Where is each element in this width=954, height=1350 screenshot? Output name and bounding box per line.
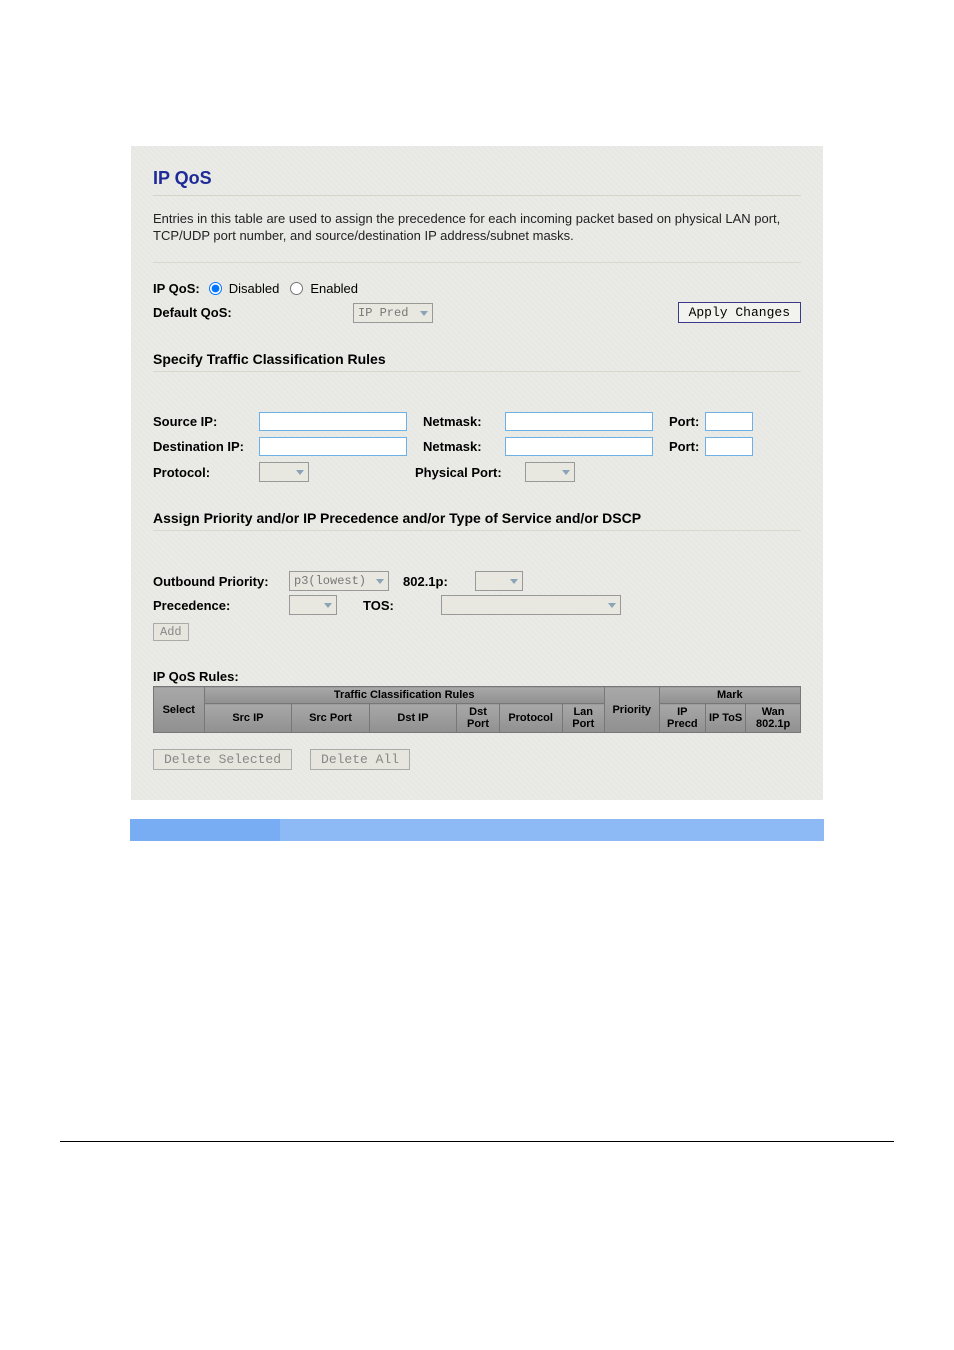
col-srcport: Src Port (292, 704, 369, 733)
col-iptos: IP ToS (706, 704, 746, 733)
qos-enabled-radio[interactable] (290, 282, 303, 295)
source-ip-label: Source IP: (153, 414, 259, 429)
default-qos-select[interactable]: IP Pred (353, 303, 433, 323)
divider (153, 371, 801, 372)
source-port-input[interactable] (705, 412, 753, 431)
qos-panel: IP QoS Entries in this table are used to… (130, 145, 824, 801)
col-dstip: Dst IP (369, 704, 457, 733)
delete-all-button[interactable]: Delete All (310, 749, 410, 770)
page-description: Entries in this table are used to assign… (153, 210, 801, 244)
rules-table: Select Traffic Classification Rules Prio… (153, 686, 801, 733)
default-qos-row: Default QoS: IP Pred Apply Changes (153, 302, 801, 323)
qos-disabled-radio[interactable] (209, 282, 222, 295)
tos-label: TOS: (357, 598, 433, 613)
netmask-label: Netmask: (409, 414, 505, 429)
col-srcip: Src IP (204, 704, 292, 733)
col-ipprecd: IP Precd (659, 704, 705, 733)
col-protocol: Protocol (499, 704, 562, 733)
classification-section-title: Specify Traffic Classification Rules (153, 351, 801, 367)
rules-title: IP QoS Rules: (153, 669, 801, 684)
8021p-label: 802.1p: (397, 574, 467, 589)
col-dstport: Dst Port (457, 704, 499, 733)
qos-enable-row: IP QoS: Disabled Enabled (153, 281, 801, 296)
col-lanport: Lan Port (562, 704, 604, 733)
divider (153, 262, 801, 263)
port-label-2: Port: (655, 439, 705, 454)
col-group-mark: Mark (659, 687, 800, 704)
dest-netmask-input[interactable] (505, 437, 653, 456)
source-netmask-input[interactable] (505, 412, 653, 431)
tos-select[interactable] (441, 595, 621, 615)
delete-row: Delete Selected Delete All (153, 749, 801, 770)
page-footer-line (60, 1141, 894, 1143)
physical-port-select[interactable] (525, 462, 575, 482)
outbound-priority-select[interactable]: p3(lowest) (289, 571, 389, 591)
apply-changes-button[interactable]: Apply Changes (678, 302, 801, 323)
col-wan8021p: Wan 802.1p (746, 704, 801, 733)
dest-ip-label: Destination IP: (153, 439, 259, 454)
col-group-classification: Traffic Classification Rules (204, 687, 604, 704)
delete-selected-button[interactable]: Delete Selected (153, 749, 292, 770)
footer-bar (130, 819, 824, 841)
precedence-row: Precedence: TOS: (153, 595, 801, 615)
precedence-label: Precedence: (153, 598, 281, 613)
protocol-label: Protocol: (153, 465, 259, 480)
outbound-row: Outbound Priority: p3(lowest) 802.1p: (153, 571, 801, 591)
source-ip-input[interactable] (259, 412, 407, 431)
qos-enabled-label: Enabled (310, 281, 358, 296)
port-label: Port: (655, 414, 705, 429)
col-priority: Priority (604, 687, 659, 733)
footer-segment (130, 819, 280, 841)
physical-port-label: Physical Port: (415, 465, 525, 480)
netmask-label-2: Netmask: (409, 439, 505, 454)
divider (153, 530, 801, 531)
precedence-select[interactable] (289, 595, 337, 615)
assign-section-title: Assign Priority and/or IP Precedence and… (153, 510, 801, 526)
col-select: Select (154, 687, 205, 733)
protocol-select[interactable] (259, 462, 309, 482)
8021p-select[interactable] (475, 571, 523, 591)
classification-grid: Source IP: Netmask: Port: Destination IP… (153, 412, 801, 456)
dest-port-input[interactable] (705, 437, 753, 456)
page-title: IP QoS (153, 168, 801, 196)
qos-disabled-label: Disabled (229, 281, 280, 296)
add-button[interactable]: Add (153, 623, 189, 641)
qos-label: IP QoS: (153, 281, 200, 296)
protocol-row: Protocol: Physical Port: (153, 462, 801, 482)
dest-ip-input[interactable] (259, 437, 407, 456)
default-qos-label: Default QoS: (153, 305, 353, 320)
outbound-priority-label: Outbound Priority: (153, 574, 281, 589)
